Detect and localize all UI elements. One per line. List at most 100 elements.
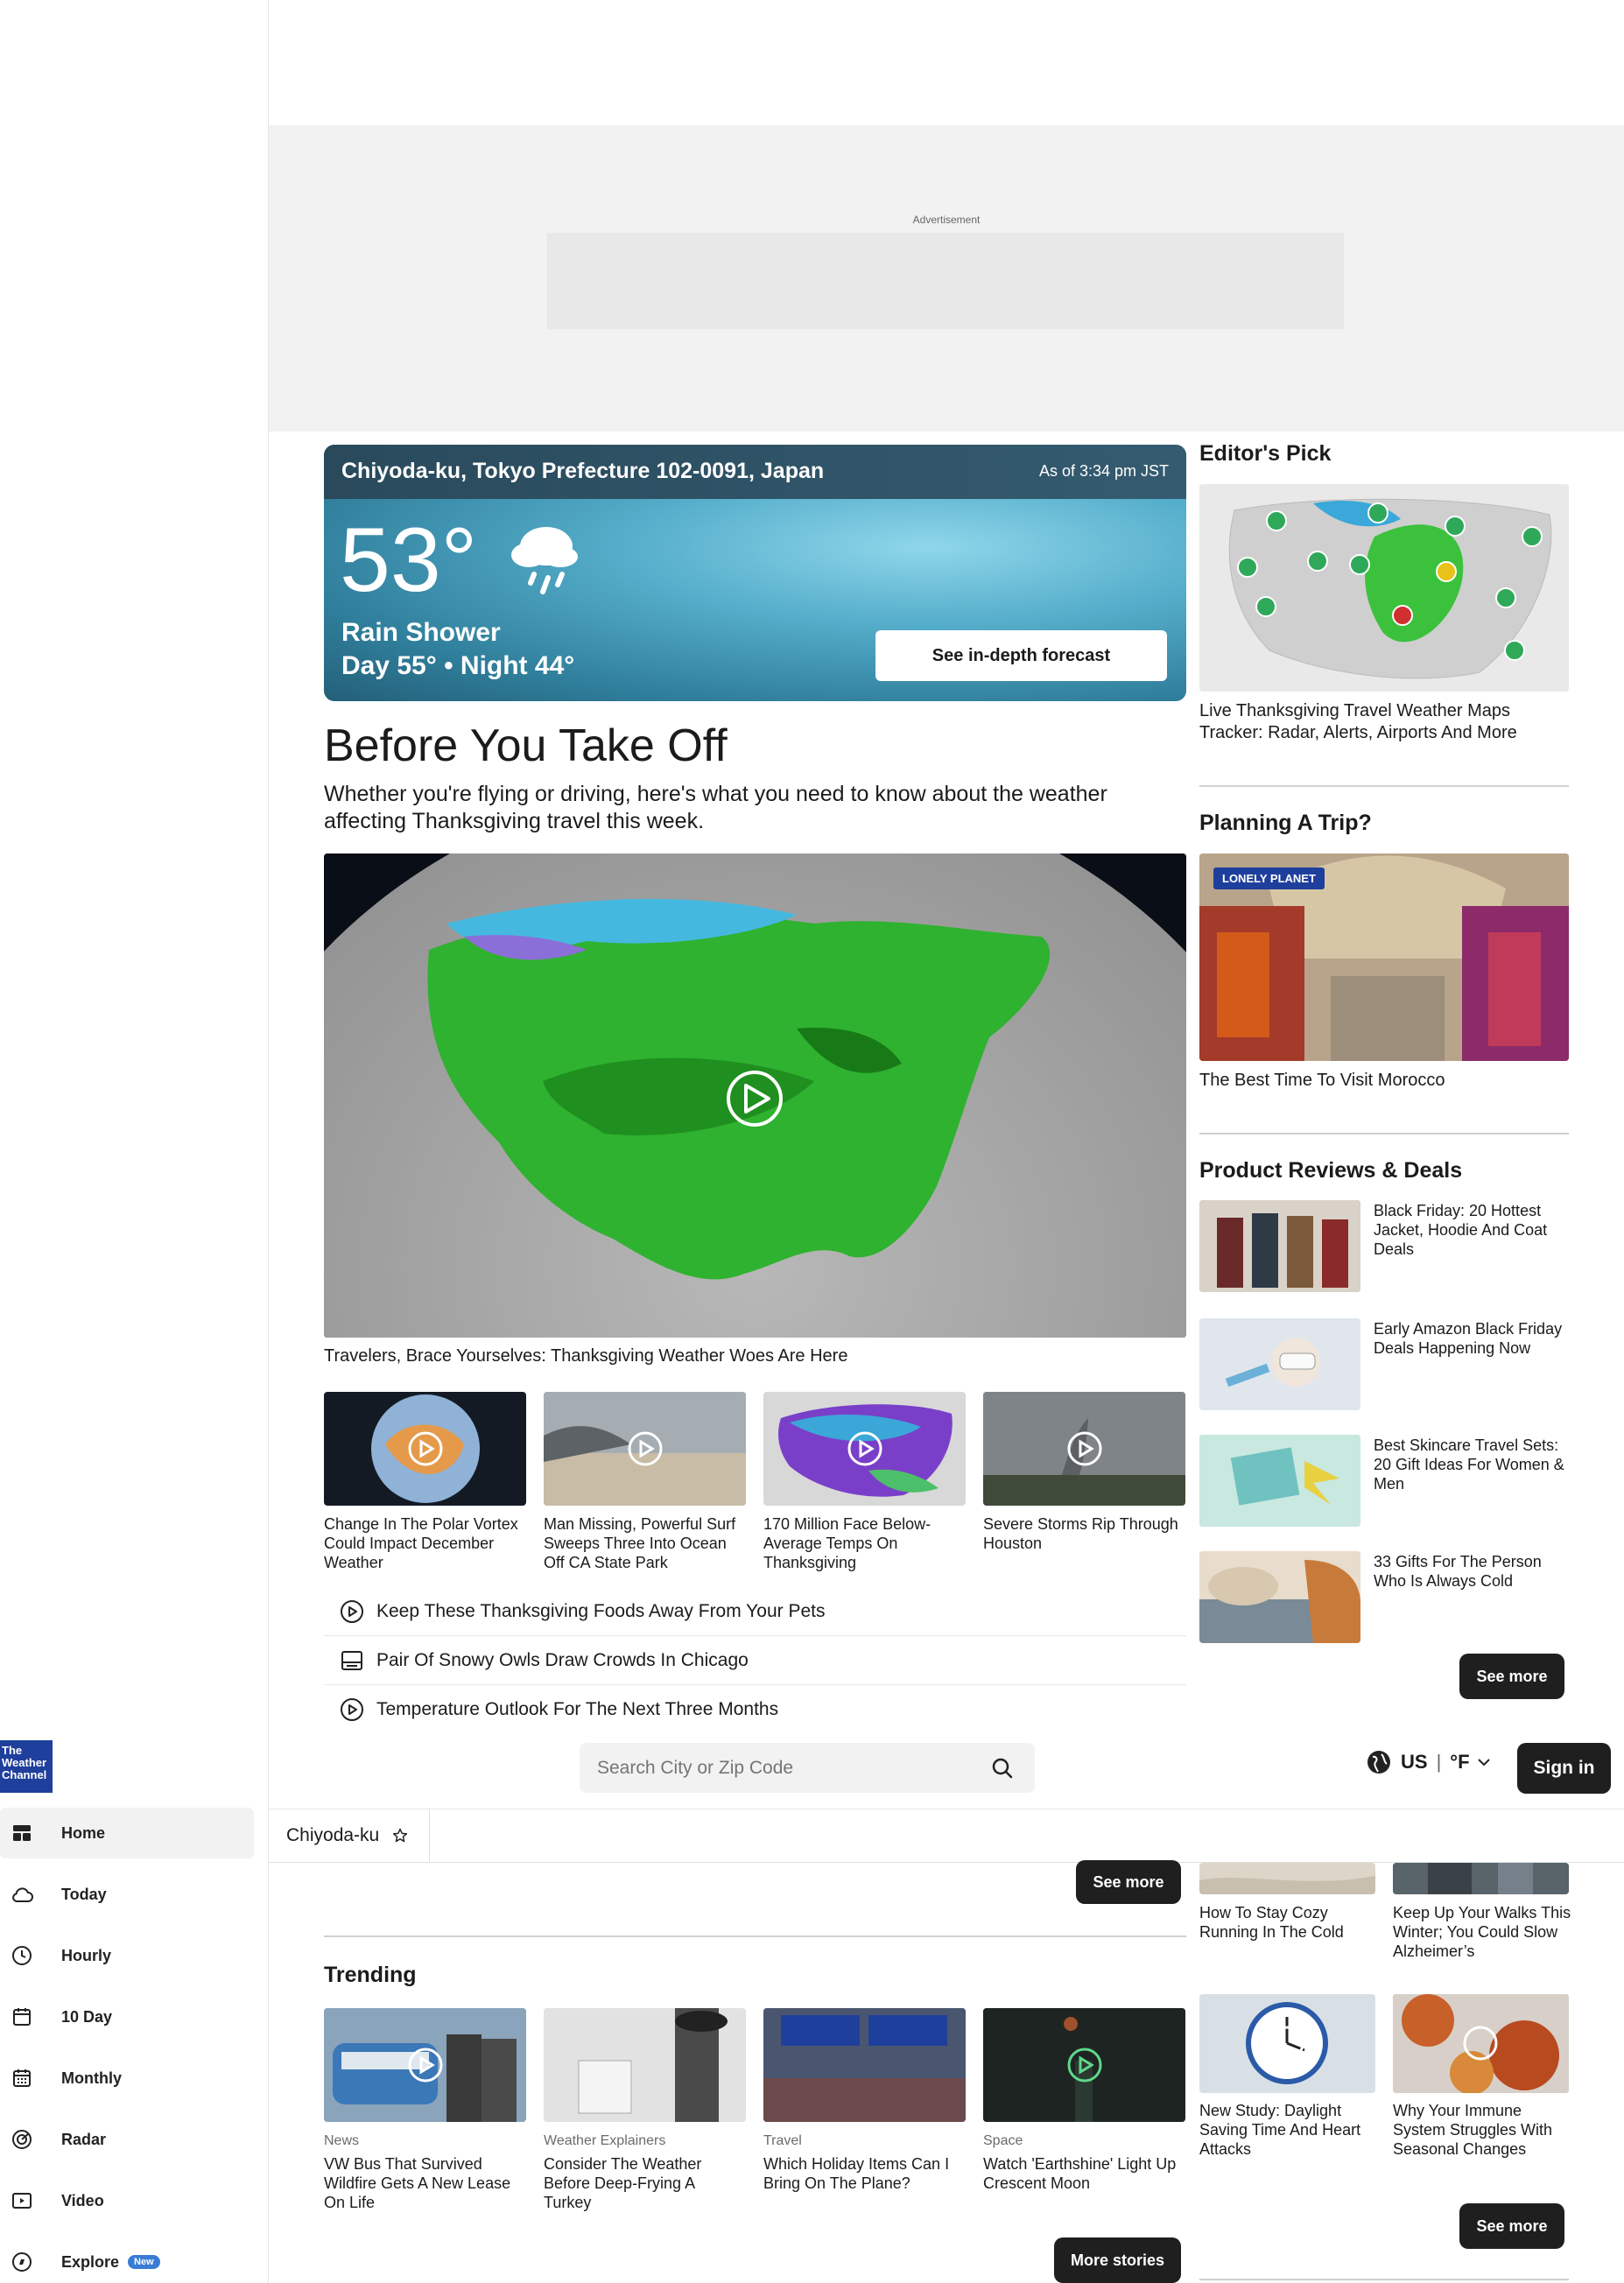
review-caption[interactable]: Black Friday: 20 Hottest Jacket, Hoodie …: [1374, 1201, 1571, 1259]
search-bar[interactable]: [580, 1743, 1035, 1793]
new-badge: New: [128, 2255, 160, 2269]
article-icon: [341, 1650, 362, 1670]
see-more-button[interactable]: See more: [1076, 1860, 1181, 1904]
see-forecast-button[interactable]: See in-depth forecast: [875, 630, 1167, 681]
see-more-button[interactable]: See more: [1459, 2203, 1564, 2249]
hero-caption[interactable]: Travelers, Brace Yourselves: Thanksgivin…: [324, 1346, 847, 1366]
surf-beach-image: [544, 1392, 746, 1506]
vr-headset-image: [1199, 1318, 1360, 1410]
skincare-set-image: [1199, 1435, 1360, 1527]
review-caption[interactable]: Best Skincare Travel Sets: 20 Gift Ideas…: [1374, 1436, 1571, 1493]
location-tab[interactable]: Chiyoda-ku: [269, 1809, 430, 1862]
search-input[interactable]: [597, 1743, 974, 1793]
wellness-thumbnail[interactable]: [1199, 1863, 1375, 1894]
running-image: [1199, 1863, 1375, 1894]
unit-label: °F: [1450, 1751, 1470, 1773]
wellness-caption[interactable]: How To Stay Cozy Running In The Cold: [1199, 1903, 1375, 1942]
trending-thumbnail[interactable]: [763, 2008, 966, 2122]
list-item-label: Pair Of Snowy Owls Draw Crowds In Chicag…: [376, 1649, 749, 1670]
video-thumbnail[interactable]: [763, 1392, 966, 1506]
search-icon[interactable]: [991, 1757, 1014, 1780]
calendar-grid-icon: [0, 2068, 44, 2089]
sidebar-item-label: Video: [61, 2191, 104, 2209]
video-caption[interactable]: 170 Million Face Below-Average Temps On …: [763, 1514, 966, 1572]
review-thumbnail[interactable]: [1199, 1551, 1360, 1643]
condition-text: Rain Shower: [341, 618, 501, 647]
home-icon: [0, 1823, 44, 1844]
video-caption[interactable]: Severe Storms Rip Through Houston: [983, 1514, 1185, 1553]
sidebar-item-explore[interactable]: Explore New: [0, 2237, 254, 2283]
sidebar-item-today[interactable]: Today: [0, 1869, 254, 1920]
play-circle-icon: [341, 1599, 363, 1623]
trending-caption[interactable]: VW Bus That Survived Wildfire Gets A New…: [324, 2154, 526, 2212]
region-label: US: [1401, 1751, 1428, 1773]
wellness-caption[interactable]: New Study: Daylight Saving Time And Hear…: [1199, 2101, 1379, 2159]
divider: [324, 1935, 1186, 1937]
video-thumbnail[interactable]: [324, 1392, 526, 1506]
trending-thumbnail[interactable]: [983, 2008, 1185, 2122]
divider: [1199, 2279, 1569, 2280]
review-thumbnail[interactable]: [1199, 1318, 1360, 1410]
category-label: News: [324, 2133, 360, 2148]
planning-image[interactable]: LONELY PLANET: [1199, 853, 1569, 1061]
editors-pick-caption[interactable]: Live Thanksgiving Travel Weather Maps Tr…: [1199, 700, 1576, 744]
daylight-clock-image: [1199, 1994, 1375, 2093]
sidebar-item-video[interactable]: Video: [0, 2175, 254, 2226]
review-thumbnail[interactable]: [1199, 1435, 1360, 1527]
calendar-icon: [0, 2006, 44, 2027]
more-stories-button[interactable]: More stories: [1054, 2237, 1181, 2283]
category-label: Weather Explainers: [544, 2133, 666, 2148]
current-conditions-card[interactable]: Chiyoda-ku, Tokyo Prefecture 102-0091, J…: [324, 445, 1186, 701]
crescent-moon-image: [983, 2008, 1185, 2122]
trending-thumbnail[interactable]: [324, 2008, 526, 2122]
star-icon[interactable]: [391, 1827, 409, 1844]
feature-title: Before You Take Off: [324, 720, 728, 771]
wellness-thumbnail[interactable]: [1393, 1994, 1569, 2093]
wellness-thumbnail[interactable]: [1199, 1994, 1375, 2093]
region-unit-selector[interactable]: US | °F: [1366, 1749, 1491, 1775]
trending-caption[interactable]: Which Holiday Items Can I Bring On The P…: [763, 2154, 966, 2193]
trending-thumbnail[interactable]: [544, 2008, 746, 2122]
weather-channel-logo[interactable]: The Weather Channel: [0, 1740, 53, 1793]
vw-bus-image: [324, 2008, 526, 2122]
trending-caption[interactable]: Consider The Weather Before Deep-Frying …: [544, 2154, 746, 2212]
list-item[interactable]: Temperature Outlook For The Next Three M…: [324, 1685, 1186, 1734]
sidebar-item-10-day[interactable]: 10 Day: [0, 1991, 254, 2042]
location-title: Chiyoda-ku, Tokyo Prefecture 102-0091, J…: [341, 459, 825, 483]
jackets-image: [1199, 1200, 1360, 1292]
hero-video[interactable]: [324, 853, 1186, 1338]
globe-icon: [1367, 1751, 1390, 1774]
timestamp: As of 3:34 pm JST: [1038, 462, 1169, 480]
play-circle-icon: [341, 1698, 363, 1721]
reviews-title: Product Reviews & Deals: [1199, 1158, 1463, 1183]
video-thumbnail[interactable]: [983, 1392, 1185, 1506]
video-caption[interactable]: Man Missing, Powerful Surf Sweeps Three …: [544, 1514, 746, 1572]
polar-vortex-image: [371, 1394, 480, 1503]
sidebar-item-label: 10 Day: [61, 2007, 113, 2026]
airport-image: [763, 2008, 966, 2122]
trending-title: Trending: [324, 1963, 417, 1987]
radar-icon: [0, 2129, 44, 2150]
planning-caption[interactable]: The Best Time To Visit Morocco: [1199, 1070, 1445, 1092]
wellness-caption[interactable]: Why Your Immune System Struggles With Se…: [1393, 2101, 1572, 2159]
sidebar-item-home[interactable]: Home: [0, 1808, 254, 1858]
list-item[interactable]: Pair Of Snowy Owls Draw Crowds In Chicag…: [324, 1636, 1186, 1685]
wellness-caption[interactable]: Keep Up Your Walks This Winter; You Coul…: [1393, 1903, 1572, 1961]
review-caption[interactable]: Early Amazon Black Friday Deals Happenin…: [1374, 1319, 1571, 1358]
sidebar-item-monthly[interactable]: Monthly: [0, 2053, 254, 2104]
wellness-thumbnail[interactable]: [1393, 1863, 1569, 1894]
see-more-button[interactable]: See more: [1459, 1654, 1564, 1699]
sidebar-item-radar[interactable]: Radar: [0, 2114, 254, 2165]
list-item[interactable]: Keep These Thanksgiving Foods Away From …: [324, 1587, 1186, 1636]
review-caption[interactable]: 33 Gifts For The Person Who Is Always Co…: [1374, 1552, 1571, 1591]
temperature-map-image: [778, 1404, 953, 1497]
video-thumbnail[interactable]: [544, 1392, 746, 1506]
advertisement-box[interactable]: [547, 233, 1344, 329]
editors-pick-image[interactable]: [1199, 484, 1569, 692]
review-thumbnail[interactable]: [1199, 1200, 1360, 1292]
sidebar-item-hourly[interactable]: Hourly: [0, 1930, 254, 1981]
video-caption[interactable]: Change In The Polar Vortex Could Impact …: [324, 1514, 526, 1572]
sign-in-button[interactable]: Sign in: [1517, 1743, 1611, 1794]
trending-caption[interactable]: Watch 'Earthshine' Light Up Crescent Moo…: [983, 2154, 1185, 2193]
travel-map-image: [1199, 484, 1569, 692]
